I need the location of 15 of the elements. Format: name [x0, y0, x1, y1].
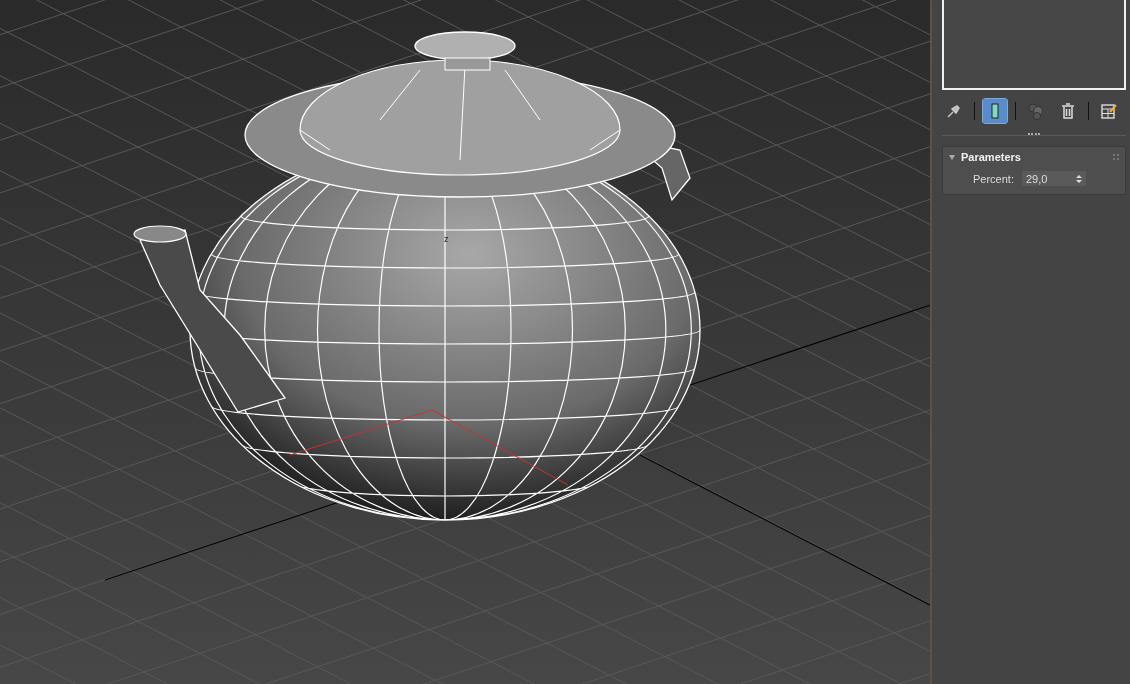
- field-label: Percent:: [973, 172, 1014, 185]
- drag-handle-icon[interactable]: [1113, 154, 1119, 160]
- resize-grip-icon[interactable]: [1028, 133, 1040, 137]
- collapse-icon[interactable]: [949, 154, 955, 160]
- spinner-field[interactable]: 29,0: [1021, 171, 1086, 186]
- pin-icon: [947, 104, 961, 118]
- rollout-title[interactable]: Parameters: [961, 151, 1107, 163]
- spinner-arrows-icon[interactable]: [1075, 173, 1082, 184]
- grid-edit-icon: [1101, 103, 1117, 119]
- circles-icon: [1027, 102, 1045, 120]
- show-result-button[interactable]: [983, 99, 1007, 123]
- trash-icon: [1061, 103, 1075, 119]
- axis-label: z: [444, 234, 449, 244]
- viewport[interactable]: z: [0, 0, 930, 684]
- bar-icon: [990, 103, 1000, 119]
